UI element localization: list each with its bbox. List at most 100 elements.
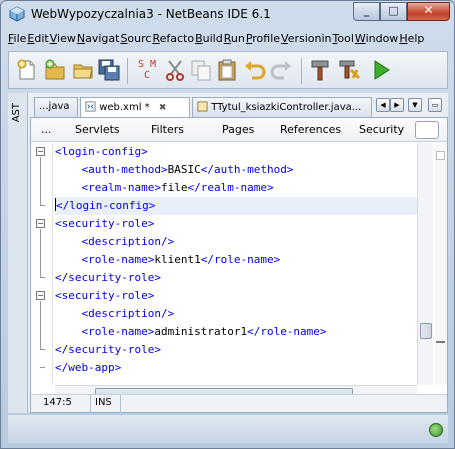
- menu-versionin[interactable]: Versionin: [281, 31, 331, 49]
- tab-web-xml[interactable]: web.xml * ✖: [80, 97, 190, 118]
- code-line: <description/>: [55, 233, 175, 251]
- fold-collapse-icon[interactable]: −: [36, 291, 45, 300]
- xml-tag: </login-config>: [56, 199, 156, 212]
- notification-icon[interactable]: [429, 423, 443, 437]
- error-stripe-status-icon: [436, 151, 445, 160]
- cut-icon[interactable]: [163, 58, 187, 82]
- xml-tag: <auth-method>: [81, 163, 168, 176]
- fold-end: [40, 349, 45, 350]
- xml-tag: <login-config>: [55, 145, 148, 158]
- xml-tag: </security-role>: [55, 271, 161, 284]
- undo-icon[interactable]: [243, 58, 267, 82]
- xml-tag: </role-name>: [247, 325, 327, 338]
- maximize-icon: □: [388, 4, 399, 17]
- menu-file[interactable]: File: [8, 31, 26, 49]
- menu-profile[interactable]: Profile: [246, 31, 280, 49]
- title-bar[interactable]: WebWypozyczalnia3 - NetBeans IDE 6.1 _ □…: [1, 1, 454, 29]
- ast-tab[interactable]: AST: [11, 103, 22, 122]
- code-line: <security-role>: [55, 287, 154, 305]
- menu-window[interactable]: Window: [355, 31, 398, 49]
- toolbar-separator: [127, 58, 128, 84]
- tab-java[interactable]: ...java: [34, 97, 78, 117]
- xml-tag: <role-name>: [81, 253, 155, 266]
- xml-tag: </role-name>: [200, 253, 281, 266]
- code-line: </web-app>: [55, 359, 121, 377]
- xml-tag: <security-role>: [55, 289, 155, 302]
- fold-guide: [40, 229, 41, 277]
- menu-build[interactable]: Build: [195, 31, 223, 49]
- new-file-icon[interactable]: [15, 58, 39, 82]
- code-line: <description/>: [55, 305, 175, 323]
- menu-navigat[interactable]: Navigat: [77, 31, 120, 49]
- scroll-tabs-right-icon[interactable]: ▶: [390, 98, 404, 112]
- editor-frame: ... Servlets Filters Pages References Se…: [30, 117, 448, 413]
- code-line: <security-role>: [55, 215, 154, 233]
- menu-view[interactable]: View: [50, 31, 76, 49]
- close-tab-icon[interactable]: ✖: [159, 103, 167, 113]
- fold-end: [40, 367, 45, 368]
- clean-build-icon[interactable]: [337, 58, 361, 82]
- insert-mode: INS: [91, 395, 121, 413]
- code-line: </security-role>: [55, 269, 161, 287]
- view-pages[interactable]: Pages: [222, 123, 254, 136]
- view-xml-button[interactable]: ...: [41, 123, 52, 136]
- maximize-editor-icon[interactable]: ▭: [428, 98, 442, 112]
- run-icon[interactable]: [369, 58, 393, 82]
- tab-list-dropdown-icon[interactable]: ▼: [408, 98, 422, 112]
- build-icon[interactable]: [309, 58, 333, 82]
- close-icon: ✕: [423, 3, 434, 17]
- side-panel-strip: AST: [8, 93, 28, 413]
- close-button[interactable]: ✕: [407, 2, 450, 21]
- xml-tag: <description/>: [81, 307, 175, 320]
- copy-icon[interactable]: [189, 58, 213, 82]
- redo-icon[interactable]: [269, 58, 293, 82]
- xml-tag: </security-role>: [55, 343, 161, 356]
- ide-status-bar: [8, 415, 448, 443]
- paste-icon[interactable]: [215, 58, 239, 82]
- smc-top-label: S M: [137, 59, 157, 70]
- vertical-scrollbar[interactable]: [417, 143, 433, 385]
- fold-end: [40, 205, 45, 206]
- code-line: <role-name>klient1</role-name>: [55, 251, 281, 269]
- xml-text: administrator1: [154, 325, 248, 338]
- xml-text: BASIC: [167, 163, 201, 176]
- xml-tag: <realm-name>: [81, 181, 161, 194]
- menu-refacto[interactable]: Refacto: [152, 31, 194, 49]
- xml-tag: <role-name>: [81, 325, 155, 338]
- view-references[interactable]: References: [280, 123, 341, 136]
- caret-position-mark[interactable]: [436, 341, 445, 343]
- xml-tag: <description/>: [81, 235, 175, 248]
- tab-label: web.xml *: [99, 102, 150, 113]
- menu-help[interactable]: Help: [399, 31, 424, 49]
- save-all-icon[interactable]: [97, 58, 121, 82]
- view-servlets[interactable]: Servlets: [75, 123, 120, 136]
- view-xml-toggle[interactable]: [415, 121, 439, 139]
- fold-guide: [40, 301, 41, 349]
- xml-text: klient1: [154, 253, 201, 266]
- fold-collapse-icon[interactable]: −: [36, 147, 45, 156]
- fold-collapse-icon[interactable]: −: [36, 219, 45, 228]
- tab-controller[interactable]: TTytul_ksiazkiController.java...: [192, 97, 372, 117]
- minimize-button[interactable]: _: [353, 2, 380, 21]
- new-project-icon[interactable]: [43, 58, 67, 82]
- vertical-scroll-thumb[interactable]: [420, 323, 432, 339]
- view-bar: ... Servlets Filters Pages References Se…: [31, 118, 447, 142]
- tab-label: ...java: [39, 101, 70, 112]
- open-project-icon[interactable]: [71, 58, 95, 82]
- smc-bottom-label: C: [143, 70, 151, 81]
- code-editor[interactable]: <login-config> <auth-method>BASIC</auth-…: [55, 143, 417, 385]
- view-filters[interactable]: Filters: [151, 123, 184, 136]
- main-area: AST ...java web.xml * ✖ TTytul_ksiazkiCo…: [8, 93, 448, 413]
- smc-icon[interactable]: S M C: [135, 58, 159, 82]
- menu-tool[interactable]: Tool: [333, 31, 354, 49]
- fold-guide: [40, 157, 41, 205]
- maximize-button[interactable]: □: [380, 2, 407, 21]
- xml-text: file: [160, 181, 188, 194]
- menu-sourc[interactable]: Sourc: [120, 31, 151, 49]
- xml-tag: </auth-method>: [200, 163, 294, 176]
- scroll-tabs-left-icon[interactable]: ◀: [376, 98, 390, 112]
- menu-run[interactable]: Run: [224, 31, 245, 49]
- menu-edit[interactable]: Edit: [27, 31, 48, 49]
- view-security[interactable]: Security: [359, 123, 404, 136]
- toolbar: S M C: [8, 51, 448, 89]
